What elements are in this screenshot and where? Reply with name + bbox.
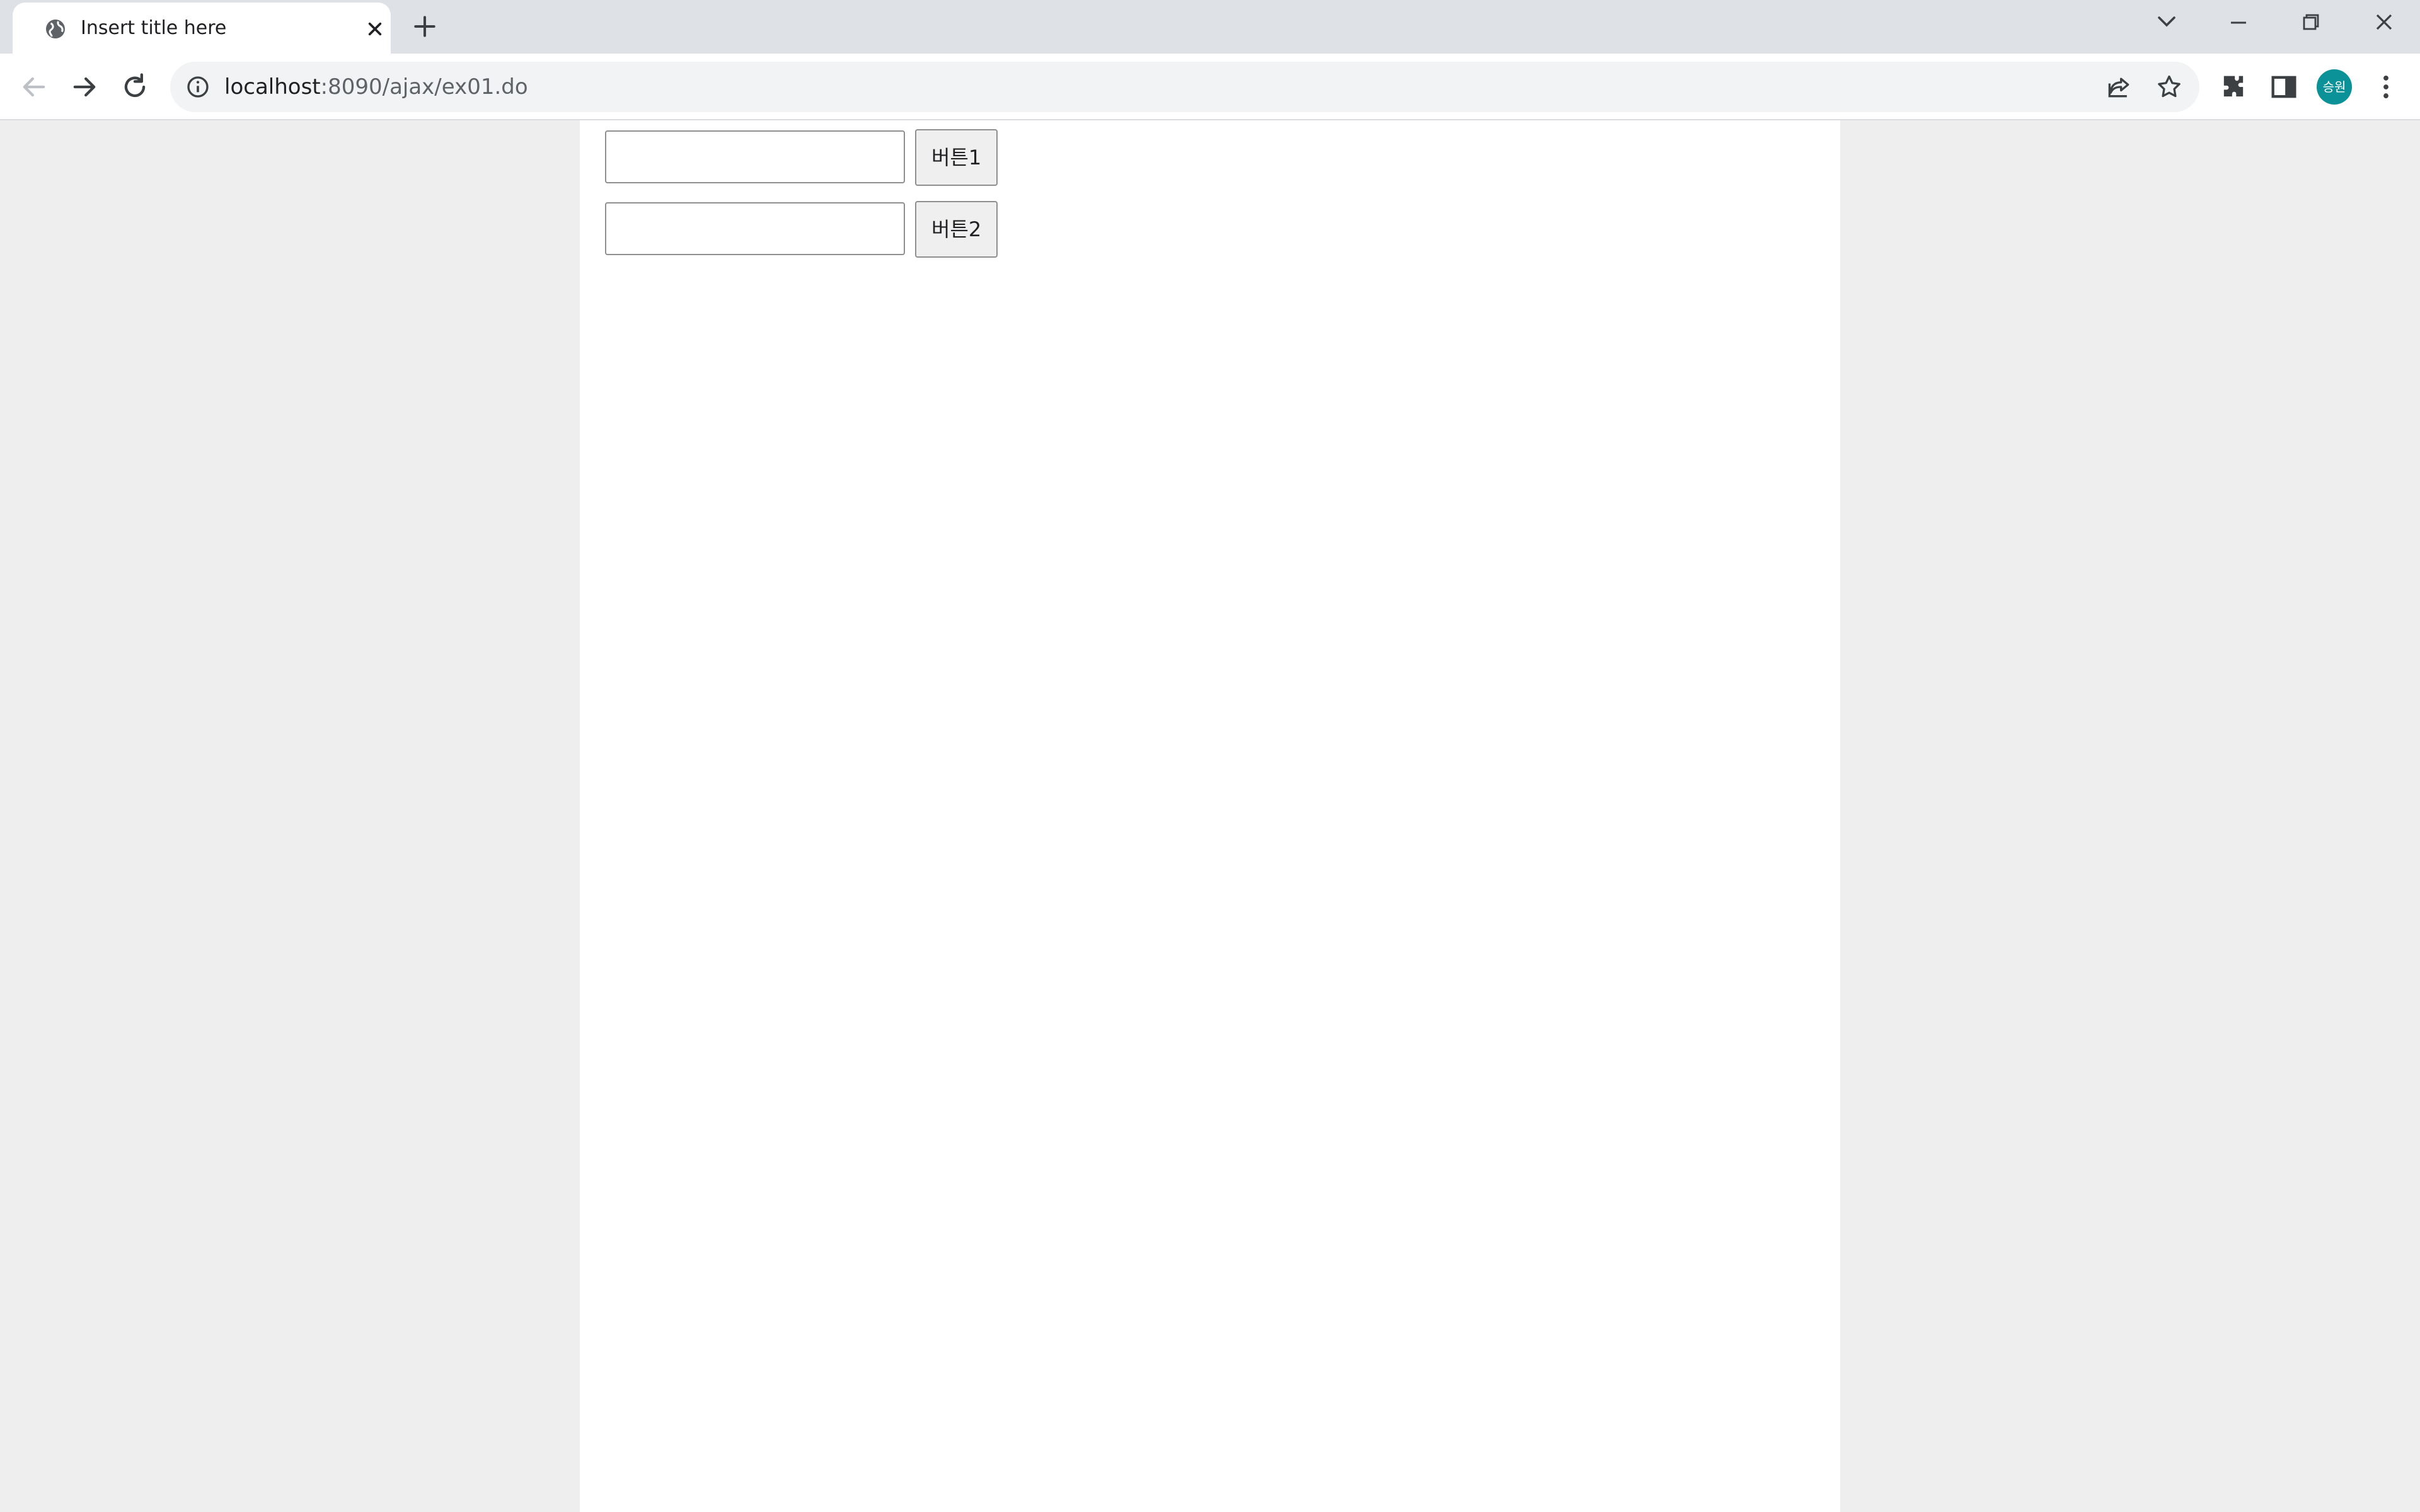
share-icon[interactable]: [2105, 73, 2133, 101]
side-panel-icon[interactable]: [2267, 71, 2300, 103]
profile-avatar[interactable]: 승원: [2317, 69, 2352, 105]
button-2[interactable]: 버튼2: [915, 201, 998, 258]
chevron-down-icon[interactable]: [2148, 9, 2186, 37]
close-window-icon[interactable]: [2365, 9, 2402, 37]
browser-toolbar: localhost:8090/ajax/ex01.do 승원: [0, 54, 2420, 120]
more-menu-icon[interactable]: [2370, 71, 2402, 103]
tab-active[interactable]: Insert title here: [13, 3, 391, 54]
info-icon[interactable]: [185, 74, 210, 100]
page-viewport: 버튼1 버튼2: [0, 120, 2420, 1512]
url-host: localhost: [224, 74, 321, 100]
address-bar[interactable]: localhost:8090/ajax/ex01.do: [170, 62, 2199, 112]
restore-icon[interactable]: [2291, 9, 2329, 37]
url-path: :8090/ajax/ex01.do: [320, 74, 528, 100]
reload-icon[interactable]: [118, 71, 151, 103]
button-1[interactable]: 버튼1: [915, 129, 998, 186]
extensions-puzzle-icon[interactable]: [2217, 71, 2250, 103]
url-text[interactable]: localhost:8090/ajax/ex01.do: [224, 73, 528, 101]
text-input-1[interactable]: [605, 130, 905, 183]
tab-title: Insert title here: [81, 17, 227, 39]
minimize-icon[interactable]: [2220, 9, 2257, 37]
plus-icon[interactable]: [411, 13, 439, 40]
back-arrow-icon[interactable]: [18, 71, 50, 103]
globe-icon: [46, 20, 65, 38]
close-icon[interactable]: [362, 16, 388, 42]
tab-strip: Insert title here: [0, 0, 2420, 54]
bookmark-star-icon[interactable]: [2155, 73, 2183, 101]
page-content: 버튼1 버튼2: [580, 120, 1840, 1512]
forward-arrow-icon[interactable]: [68, 71, 101, 103]
text-input-2[interactable]: [605, 202, 905, 255]
